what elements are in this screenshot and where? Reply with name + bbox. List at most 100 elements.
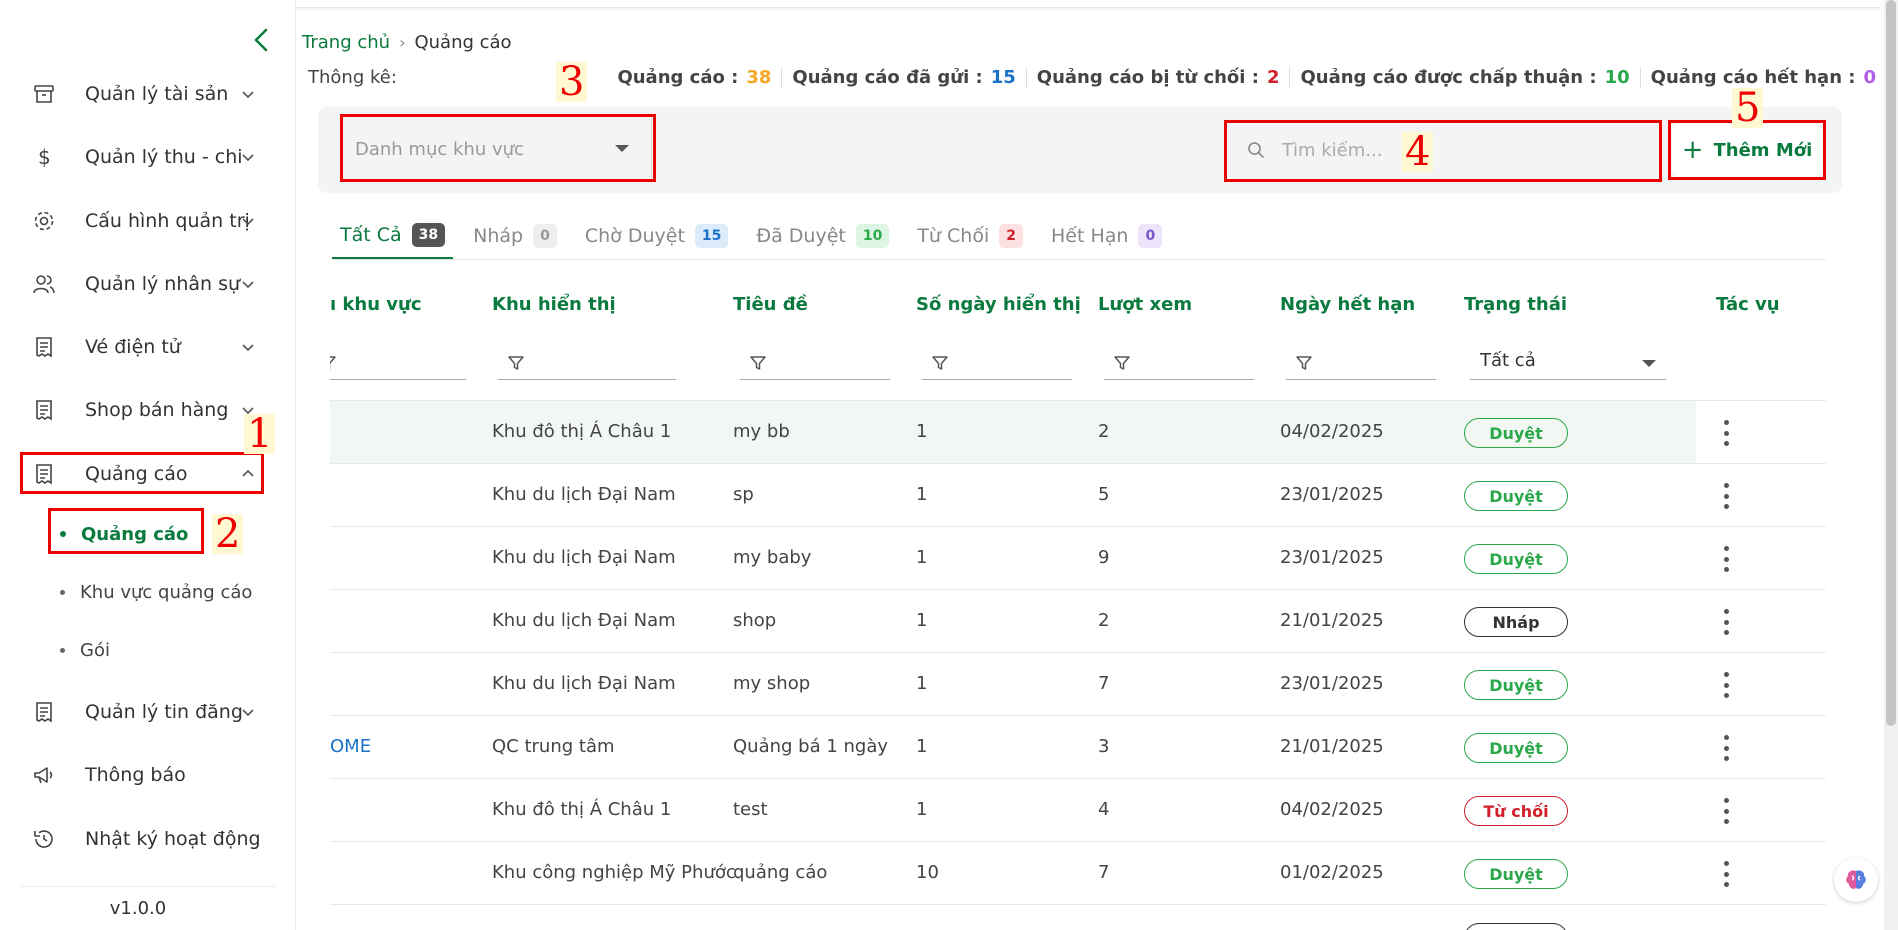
sidebar-subitem-ad-areas[interactable]: Khu vực quảng cáo — [60, 574, 252, 610]
column-filter[interactable] — [1286, 348, 1436, 380]
tabs-divider — [332, 259, 1826, 260]
table-row[interactable] — [330, 904, 1826, 930]
column-filter[interactable] — [922, 348, 1072, 380]
row-actions-button[interactable] — [1714, 669, 1738, 701]
sidebar-item-hr[interactable]: Quản lý nhân sự — [20, 262, 264, 306]
cell-days: 1 — [916, 421, 928, 442]
bullet — [60, 589, 65, 595]
cell-area: Khu đô thị Á Châu 1 — [492, 799, 672, 820]
status-filter-value: Tất cả — [1480, 350, 1536, 371]
assistant-brain-icon[interactable] — [1834, 858, 1878, 902]
cell-title: my baby — [733, 547, 812, 568]
cell-expiry: 01/02/2025 — [1280, 862, 1384, 883]
cell-area: QC trung tâm — [492, 736, 615, 757]
stat-value: 15 — [990, 67, 1016, 88]
breadcrumb-current: Quảng cáo — [414, 32, 512, 53]
tab-approved[interactable]: Đã Duyệt 10 — [748, 212, 897, 260]
sidebar-subitem-packages[interactable]: Gói — [60, 632, 110, 668]
sidebar-item-notifications[interactable]: Thông báo — [20, 753, 264, 797]
table-row[interactable]: Khu đô thị Á Châu 1 test 1 4 04/02/2025 … — [330, 778, 1826, 841]
sidebar-item-label: Quản lý tài sản — [85, 83, 229, 105]
sidebar-subitem-label: Gói — [80, 639, 110, 661]
row-actions-button[interactable] — [1714, 795, 1738, 827]
cell-days: 1 — [916, 799, 928, 820]
row-actions-button[interactable] — [1714, 417, 1738, 449]
column-header: Ngày hết hạn — [1280, 294, 1416, 315]
tab-draft[interactable]: Nháp 0 — [465, 212, 565, 260]
table-row[interactable]: Khu du lịch Đại Nam sp 1 5 23/01/2025 Du… — [330, 463, 1826, 526]
sidebar-item-admin-config[interactable]: Cấu hình quản trị — [20, 199, 264, 243]
cell-area: Khu du lịch Đại Nam — [492, 610, 676, 631]
column-header: Tiêu đề — [733, 294, 808, 315]
cell-views: 4 — [1098, 799, 1110, 820]
sidebar-item-label: Quản lý tin đăng — [85, 701, 243, 723]
tab-rejected[interactable]: Từ Chối 2 — [909, 212, 1031, 260]
status-badge: Duyệt — [1464, 733, 1568, 763]
status-filter-select[interactable]: Tất cả — [1470, 348, 1666, 380]
filter-icon — [750, 356, 766, 370]
tab-count-badge: 0 — [1138, 224, 1163, 248]
sidebar-item-assets[interactable]: Quản lý tài sản — [20, 72, 264, 116]
cell-days: 1 — [916, 673, 928, 694]
table-row[interactable]: Khu du lịch Đại Nam my baby 1 9 23/01/20… — [330, 526, 1826, 589]
table-row[interactable]: Khu đô thị Á Châu 1 my bb 1 2 04/02/2025… — [330, 400, 1826, 464]
cell-days: 10 — [916, 862, 939, 883]
column-filter[interactable] — [498, 348, 676, 380]
cell-title: test — [733, 799, 768, 820]
sidebar-item-activity-log[interactable]: Nhật ký hoạt động — [20, 817, 264, 861]
table-row[interactable]: OME QC trung tâm Quảng bá 1 ngày 1 3 21/… — [330, 715, 1826, 778]
page-scrollbar[interactable] — [1884, 0, 1898, 930]
svg-text:$: $ — [38, 145, 51, 169]
cell-title: shop — [733, 610, 777, 631]
scrollbar-thumb[interactable] — [1886, 0, 1896, 726]
cell-area: Khu du lịch Đại Nam — [492, 673, 676, 694]
dollar-icon: $ — [30, 143, 58, 171]
stat-sent: Quảng cáo đã gửi : 15 — [781, 67, 1025, 88]
column-filter[interactable] — [1104, 348, 1254, 380]
row-actions-button[interactable] — [1714, 858, 1738, 890]
sidebar-item-listings[interactable]: Quản lý tin đăng — [20, 690, 264, 734]
cell-expiry: 23/01/2025 — [1280, 673, 1384, 694]
status-badge-partial — [1464, 923, 1568, 930]
cell-title: sp — [733, 484, 754, 505]
row-actions-button[interactable] — [1714, 606, 1738, 638]
status-tabs: Tất Cả 38 Nháp 0 Chờ Duyệt 15 Đã Duyệt 1… — [332, 212, 1182, 260]
sidebar-item-label: Shop bán hàng — [85, 399, 229, 421]
receipt-icon — [30, 333, 58, 361]
page: Quản lý tài sản $ Quản lý thu - chi Cấu … — [0, 0, 1898, 930]
status-badge: Duyệt — [1464, 481, 1568, 511]
gear-icon — [30, 207, 58, 235]
collapse-sidebar-button[interactable] — [247, 25, 277, 55]
cell-views: 3 — [1098, 736, 1110, 757]
chevron-down-icon — [242, 218, 254, 226]
chevron-down-icon — [242, 91, 254, 99]
tab-label: Hết Hạn — [1050, 225, 1129, 247]
sidebar-item-shop[interactable]: Shop bán hàng — [20, 388, 264, 432]
table-row[interactable]: Khu du lịch Đại Nam shop 1 2 21/01/2025 … — [330, 589, 1826, 652]
row-actions-button[interactable] — [1714, 732, 1738, 764]
table-row[interactable]: Khu công nghiệp Mỹ Phước quảng cáo 10 7 … — [330, 841, 1826, 904]
cell-days: 1 — [916, 610, 928, 631]
tab-expired[interactable]: Hết Hạn 0 — [1043, 212, 1170, 260]
tab-all[interactable]: Tất Cả 38 — [332, 212, 454, 260]
cell-days: 1 — [916, 736, 928, 757]
sidebar-item-finance[interactable]: $ Quản lý thu - chi — [20, 135, 264, 179]
chevron-down-icon — [242, 154, 254, 162]
column-filter[interactable] — [740, 348, 890, 380]
sidebar-item-label: Quản lý nhân sự — [85, 273, 241, 295]
tab-label: Chờ Duyệt — [584, 225, 685, 247]
cell-days: 1 — [916, 484, 928, 505]
cell-region[interactable]: OME — [330, 736, 371, 757]
status-badge: Từ chối — [1464, 796, 1568, 826]
cell-expiry: 23/01/2025 — [1280, 547, 1384, 568]
sidebar-item-e-ticket[interactable]: Vé điện tử — [20, 325, 264, 369]
tab-pending[interactable]: Chờ Duyệt 15 — [577, 212, 737, 260]
breadcrumb-home-link[interactable]: Trang chủ — [302, 32, 390, 53]
tab-label: Nháp — [473, 225, 524, 247]
cell-area: Khu du lịch Đại Nam — [492, 484, 676, 505]
table-row[interactable]: Khu du lịch Đại Nam my shop 1 7 23/01/20… — [330, 652, 1826, 715]
row-actions-button[interactable] — [1714, 543, 1738, 575]
row-actions-button[interactable] — [1714, 480, 1738, 512]
stat-label: Quảng cáo đã gửi : — [792, 67, 983, 88]
column-filter[interactable] — [330, 348, 466, 380]
